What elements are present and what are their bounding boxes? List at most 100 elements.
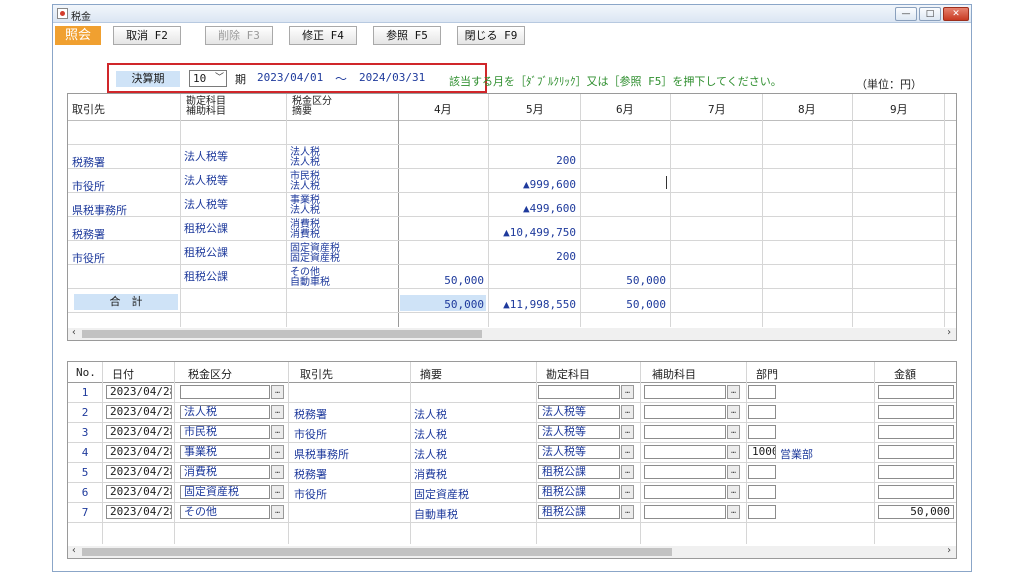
reference-button[interactable]: 参照 F5 [373,26,441,45]
date-field[interactable]: 2023/04/28 [106,445,172,459]
account-field[interactable] [538,385,620,399]
date-field[interactable]: 2023/04/28 [106,465,172,479]
lookup-icon[interactable]: … [621,405,634,419]
lookup-icon[interactable]: … [271,385,284,399]
lookup-icon[interactable]: … [271,485,284,499]
sub-account-field[interactable] [644,505,726,519]
summary-month-4-value[interactable]: 50,000 [398,274,484,287]
header-partner: 取引先 [300,368,333,381]
close-form-button[interactable]: 閉じる F9 [457,26,525,45]
account-field[interactable]: 法人税等 [538,445,620,459]
chevron-down-icon: ﹀ [214,73,224,83]
tax-type-field[interactable]: 事業税 [180,445,270,459]
sub-account-field[interactable] [644,485,726,499]
summary-tax: 固定資産税 固定資産税 [290,243,340,264]
lookup-icon[interactable]: … [621,505,634,519]
amount-field[interactable] [878,485,954,499]
header-month-4[interactable]: 4月 [434,101,452,117]
department-field[interactable]: 1000 [748,445,776,459]
lookup-icon[interactable]: … [621,465,634,479]
amount-field[interactable] [878,385,954,399]
lookup-icon[interactable]: … [271,445,284,459]
date-field[interactable]: 2023/04/28 [106,485,172,499]
summary-account: 法人税等 [184,198,228,211]
lookup-icon[interactable]: … [727,465,740,479]
scroll-right-icon[interactable]: › [946,545,952,556]
scroll-thumb[interactable] [82,330,482,338]
lookup-icon[interactable]: … [271,505,284,519]
minimize-button[interactable]: — [895,7,917,21]
header-month-7[interactable]: 7月 [708,101,726,117]
date-field[interactable]: 2023/04/28 [106,405,172,419]
summary-month-5-value[interactable]: ▲999,600 [488,178,576,191]
department-field[interactable] [748,505,776,519]
amount-field[interactable] [878,425,954,439]
header-tax-type: 税金区分 摘要 [292,96,332,117]
lookup-icon[interactable]: … [271,465,284,479]
date-field[interactable]: 2023/04/28 [106,505,172,519]
header-month-9[interactable]: 9月 [890,101,908,117]
summary-month-5-value[interactable]: 200 [488,154,576,167]
header-month-8[interactable]: 8月 [798,101,816,117]
sub-account-field[interactable] [644,385,726,399]
department-field[interactable] [748,385,776,399]
amount-field[interactable] [878,405,954,419]
date-field[interactable]: 2023/04/28 [106,385,172,399]
account-field[interactable]: 租税公課 [538,465,620,479]
sub-account-field[interactable] [644,465,726,479]
scroll-thumb[interactable] [82,548,672,556]
maximize-button[interactable]: □ [919,7,941,21]
department-field[interactable] [748,405,776,419]
lookup-icon[interactable]: … [727,385,740,399]
scroll-right-icon[interactable]: › [946,327,952,338]
lookup-icon[interactable]: … [621,425,634,439]
period-dropdown[interactable]: 10 ﹀ [189,70,227,87]
detail-horizontal-scrollbar[interactable]: ‹ › [68,545,956,558]
tax-type-field[interactable] [180,385,270,399]
header-month-6[interactable]: 6月 [616,101,634,117]
sub-account-field[interactable] [644,405,726,419]
lookup-icon[interactable]: … [727,425,740,439]
department-field[interactable] [748,425,776,439]
date-field[interactable]: 2023/04/28 [106,425,172,439]
amount-field[interactable] [878,445,954,459]
close-button[interactable]: ✕ [943,7,969,21]
department-field[interactable] [748,485,776,499]
lookup-icon[interactable]: … [271,425,284,439]
lookup-icon[interactable]: … [621,445,634,459]
header-month-5[interactable]: 5月 [526,101,544,117]
lookup-icon[interactable]: … [727,405,740,419]
tax-type-field[interactable]: 消費税 [180,465,270,479]
summary-horizontal-scrollbar[interactable]: ‹ › [68,327,956,340]
summary-month-6-value[interactable]: 50,000 [580,274,666,287]
account-field[interactable]: 法人税等 [538,425,620,439]
sub-account-field[interactable] [644,425,726,439]
lookup-icon[interactable]: … [727,505,740,519]
cancel-button[interactable]: 取消 F2 [113,26,181,45]
amount-field[interactable]: 50,000 [878,505,954,519]
tax-type-field[interactable]: 固定資産税 [180,485,270,499]
lookup-icon[interactable]: … [621,485,634,499]
summary-month-5-value[interactable]: ▲499,600 [488,202,576,215]
tax-type-field[interactable]: 市民税 [180,425,270,439]
account-field[interactable]: 租税公課 [538,485,620,499]
tax-type-field[interactable]: その他 [180,505,270,519]
instruction-text: 該当する月を［ﾀﾞﾌﾞﾙｸﾘｯｸ］又は［参照 F5］を押下してください。 [449,75,782,88]
scroll-left-icon[interactable]: ‹ [71,327,77,338]
scroll-left-icon[interactable]: ‹ [71,545,77,556]
summary-month-5-value[interactable]: 200 [488,250,576,263]
amount-field[interactable] [878,465,954,479]
lookup-icon[interactable]: … [621,385,634,399]
lookup-icon[interactable]: … [727,485,740,499]
lookup-icon[interactable]: … [727,445,740,459]
department-field[interactable] [748,465,776,479]
account-field[interactable]: 租税公課 [538,505,620,519]
summary-month-5-value[interactable]: ▲10,499,750 [488,226,576,239]
delete-button: 削除 F3 [205,26,273,45]
lookup-icon[interactable]: … [271,405,284,419]
account-field[interactable]: 法人税等 [538,405,620,419]
tax-type-field[interactable]: 法人税 [180,405,270,419]
row-number: 1 [81,386,89,399]
sub-account-field[interactable] [644,445,726,459]
edit-button[interactable]: 修正 F4 [289,26,357,45]
